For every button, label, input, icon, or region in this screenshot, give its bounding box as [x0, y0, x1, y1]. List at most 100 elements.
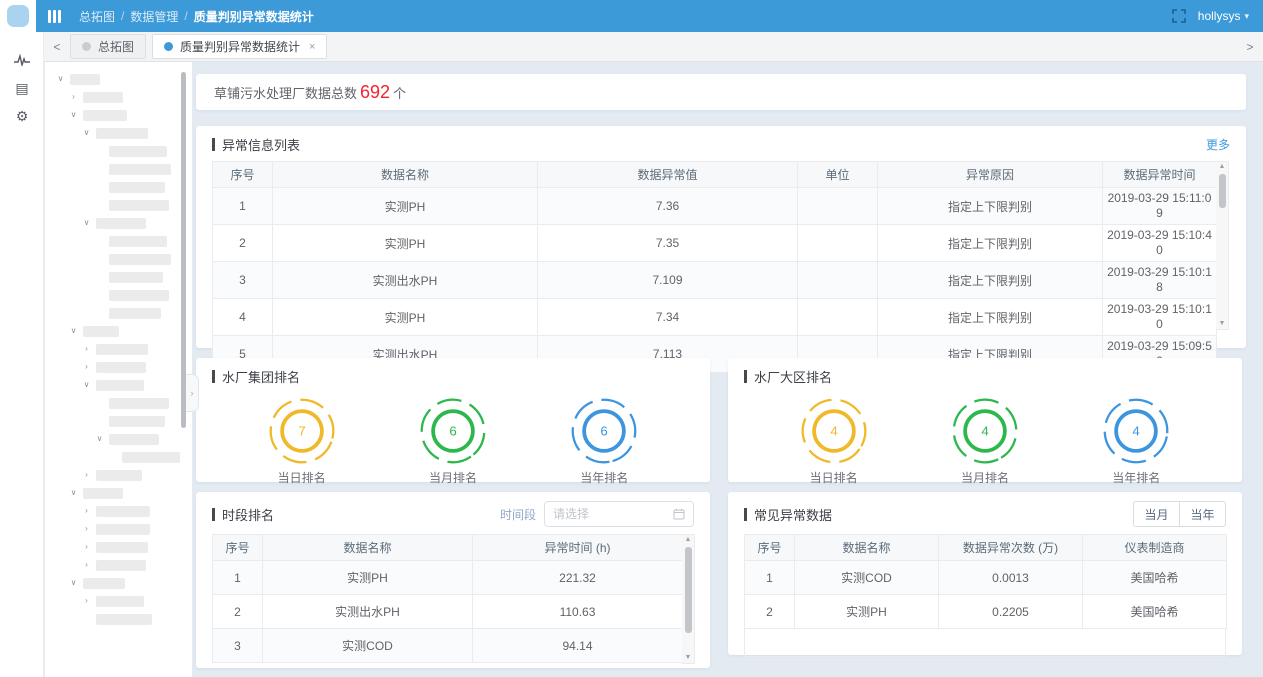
- tab-scroll-left-icon[interactable]: <: [44, 40, 70, 54]
- breadcrumb-item[interactable]: 数据管理: [130, 8, 178, 25]
- tree-caret-right-icon[interactable]: ›: [81, 507, 92, 515]
- column-header: 异常时间 (h): [473, 535, 683, 561]
- tree-node[interactable]: ∨: [45, 106, 192, 124]
- tree-caret-right-icon[interactable]: ›: [81, 471, 92, 479]
- tree-node[interactable]: [45, 178, 192, 196]
- tab-close-icon[interactable]: ×: [309, 41, 315, 53]
- tree-caret-down-icon[interactable]: ∨: [94, 435, 105, 443]
- tree-caret-right-icon[interactable]: ›: [81, 543, 92, 551]
- table-cell: 7.35: [538, 225, 798, 262]
- rank-circle-icon: 7: [266, 395, 338, 467]
- period-select-input[interactable]: [553, 507, 673, 521]
- tree-node[interactable]: [45, 412, 192, 430]
- table-header-row: 序号数据名称异常时间 (h): [213, 535, 683, 561]
- rail-item-data-list[interactable]: ▤: [0, 74, 44, 102]
- tree-node-label-redacted: [109, 236, 167, 247]
- tree-node[interactable]: [45, 448, 192, 466]
- column-header: 序号: [213, 162, 273, 188]
- tree-node[interactable]: [45, 286, 192, 304]
- rail-item-monitor[interactable]: [0, 46, 44, 74]
- tree-caret-right-icon[interactable]: ›: [81, 597, 92, 605]
- table-cell: 实测出水PH: [263, 595, 473, 629]
- table-scrollbar[interactable]: ▲ ▼: [682, 534, 695, 664]
- tree-node-label-redacted: [96, 506, 150, 517]
- scroll-up-icon[interactable]: ▲: [1219, 162, 1226, 172]
- table-row: 2实测出水PH110.63: [213, 595, 683, 629]
- tree-node[interactable]: ›: [45, 502, 192, 520]
- table-header-row: 序号数据名称数据异常值单位异常原因数据异常时间: [213, 162, 1217, 188]
- tree-caret-down-icon[interactable]: ∨: [81, 129, 92, 137]
- scroll-down-icon[interactable]: ▼: [1219, 319, 1226, 329]
- tree-node[interactable]: ∨: [45, 376, 192, 394]
- tree-node[interactable]: ∨: [45, 574, 192, 592]
- tree-node[interactable]: [45, 232, 192, 250]
- panel-collapse-handle[interactable]: ›: [186, 374, 199, 412]
- tree-caret-down-icon[interactable]: ∨: [81, 219, 92, 227]
- tree-node[interactable]: ›: [45, 358, 192, 376]
- table-cell: 实测出水PH: [273, 262, 538, 299]
- tree-node[interactable]: ›: [45, 520, 192, 538]
- rank-label: 当年排名: [1112, 469, 1160, 486]
- tree-caret-right-icon[interactable]: ›: [68, 93, 79, 101]
- tree-node[interactable]: ∨: [45, 484, 192, 502]
- table-scrollbar[interactable]: ▲ ▼: [1216, 161, 1229, 330]
- tree-node-label-redacted: [83, 578, 125, 589]
- collapse-menu-icon[interactable]: [48, 10, 61, 23]
- scroll-up-icon[interactable]: ▲: [685, 535, 692, 545]
- tree-node[interactable]: ∨: [45, 430, 192, 448]
- user-menu[interactable]: hollysys ▾: [1198, 9, 1249, 23]
- scrollbar-thumb[interactable]: [685, 547, 692, 633]
- tree-node[interactable]: [45, 304, 192, 322]
- rail-item-settings[interactable]: ⚙: [0, 102, 44, 130]
- rank-circle-icon: 6: [417, 395, 489, 467]
- table-cell: 3: [213, 262, 273, 299]
- tree-caret-down-icon[interactable]: ∨: [68, 327, 79, 335]
- tree-node[interactable]: ›: [45, 466, 192, 484]
- tree-node[interactable]: [45, 250, 192, 268]
- tree-node[interactable]: [45, 196, 192, 214]
- tree-node-label-redacted: [96, 470, 142, 481]
- scrollbar-thumb[interactable]: [1219, 174, 1226, 208]
- month-button[interactable]: 当月: [1133, 501, 1180, 527]
- fullscreen-icon[interactable]: [1172, 9, 1186, 23]
- tree-node[interactable]: ∨: [45, 124, 192, 142]
- year-button[interactable]: 当年: [1179, 501, 1226, 527]
- tree-caret-right-icon[interactable]: ›: [81, 561, 92, 569]
- tree-caret-right-icon[interactable]: ›: [81, 363, 92, 371]
- tree-node-label-redacted: [109, 290, 169, 301]
- tree-node-label-redacted: [70, 74, 100, 85]
- breadcrumb-item[interactable]: 总拓图: [79, 8, 115, 25]
- tree-node[interactable]: ∨: [45, 70, 192, 88]
- tree-node[interactable]: ›: [45, 340, 192, 358]
- region-ranking-card: 水厂大区排名 4 当日排名 4: [728, 358, 1242, 482]
- column-header: 单位: [798, 162, 878, 188]
- tree-caret-down-icon[interactable]: ∨: [68, 579, 79, 587]
- period-select[interactable]: [544, 501, 694, 527]
- tree-node[interactable]: ›: [45, 88, 192, 106]
- tree-node[interactable]: ›: [45, 556, 192, 574]
- tree-node[interactable]: ›: [45, 538, 192, 556]
- scroll-down-icon[interactable]: ▼: [685, 653, 692, 663]
- abnormal-list-card: 异常信息列表 更多 序号数据名称数据异常值单位异常原因数据异常时间 1实测PH7…: [196, 126, 1246, 348]
- tree-node[interactable]: ∨: [45, 214, 192, 232]
- tree-node[interactable]: [45, 610, 192, 628]
- tree-node[interactable]: ∨: [45, 322, 192, 340]
- tab-scroll-right-icon[interactable]: >: [1237, 40, 1263, 54]
- tree-caret-down-icon[interactable]: ∨: [68, 489, 79, 497]
- section-title-bar: [212, 370, 215, 383]
- tree-caret-right-icon[interactable]: ›: [81, 525, 92, 533]
- tab-quality-abnormal-stats[interactable]: 质量判别异常数据统计 ×: [152, 34, 327, 59]
- tree-node[interactable]: [45, 160, 192, 178]
- tree-caret-down-icon[interactable]: ∨: [68, 111, 79, 119]
- app-logo[interactable]: [0, 0, 36, 32]
- tree-caret-down-icon[interactable]: ∨: [81, 381, 92, 389]
- tree-node[interactable]: [45, 394, 192, 412]
- tree-caret-right-icon[interactable]: ›: [81, 345, 92, 353]
- tree-node[interactable]: ›: [45, 592, 192, 610]
- more-link[interactable]: 更多: [1206, 136, 1230, 153]
- tree-node[interactable]: [45, 142, 192, 160]
- tree-caret-down-icon[interactable]: ∨: [55, 75, 66, 83]
- tree-node[interactable]: [45, 268, 192, 286]
- tab-overview[interactable]: 总拓图: [70, 34, 146, 59]
- svg-text:6: 6: [449, 424, 456, 439]
